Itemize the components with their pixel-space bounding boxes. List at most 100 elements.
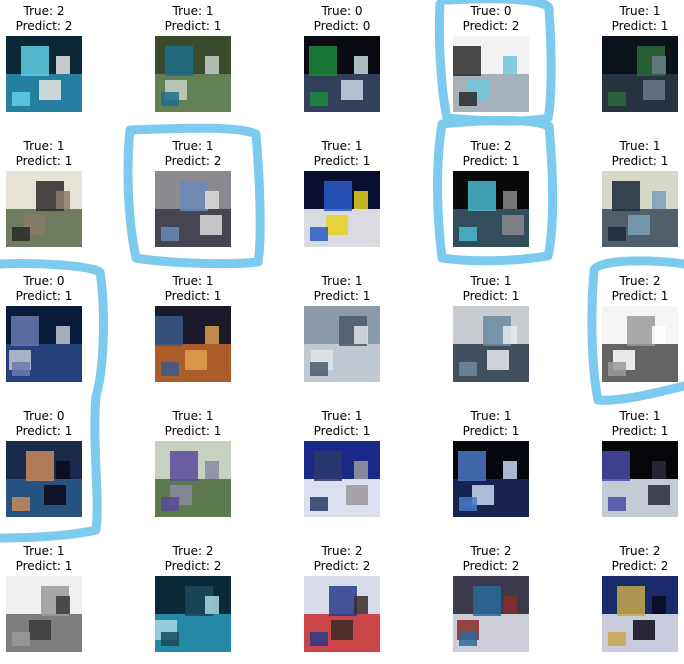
predict-label: Predict: 1	[15, 289, 73, 303]
thumbnail-image	[304, 171, 380, 247]
true-label: True: 1	[619, 139, 661, 153]
true-label: True: 2	[172, 544, 214, 558]
predict-label: Predict: 1	[164, 289, 222, 303]
true-label: True: 2	[321, 544, 363, 558]
thumbnail-image	[6, 171, 82, 247]
thumbnail-image	[453, 36, 529, 112]
grid-cell: True: 1 Predict: 1	[595, 409, 684, 529]
true-label: True: 1	[23, 139, 65, 153]
thumbnail-image	[304, 441, 380, 517]
predict-label: Predict: 1	[15, 424, 73, 438]
grid-cell: True: 1 Predict: 1	[595, 4, 684, 124]
predict-label: Predict: 1	[15, 559, 73, 573]
thumbnail-image	[602, 576, 678, 652]
thumbnail-image	[453, 441, 529, 517]
predict-label: Predict: 1	[164, 19, 222, 33]
grid-cell: True: 1 Predict: 1	[0, 544, 89, 664]
grid-cell: True: 1 Predict: 2	[148, 139, 238, 259]
thumbnail-image	[6, 576, 82, 652]
grid-cell: True: 1 Predict: 1	[446, 409, 536, 529]
predict-label: Predict: 2	[462, 19, 520, 33]
grid-cell: True: 2 Predict: 1	[446, 139, 536, 259]
predict-label: Predict: 1	[313, 424, 371, 438]
true-label: True: 2	[23, 4, 65, 18]
true-label: True: 0	[321, 4, 363, 18]
true-label: True: 0	[23, 274, 65, 288]
predict-label: Predict: 1	[15, 154, 73, 168]
true-label: True: 1	[321, 409, 363, 423]
grid-cell: True: 2 Predict: 2	[297, 544, 387, 664]
grid-cell: True: 1 Predict: 1	[297, 139, 387, 259]
true-label: True: 1	[619, 409, 661, 423]
predict-label: Predict: 1	[611, 19, 669, 33]
grid-cell: True: 1 Predict: 1	[297, 274, 387, 394]
true-label: True: 1	[470, 409, 512, 423]
predict-label: Predict: 1	[611, 289, 669, 303]
predict-label: Predict: 2	[313, 559, 371, 573]
thumbnail-image	[6, 441, 82, 517]
thumbnail-image	[155, 306, 231, 382]
thumbnail-image	[304, 576, 380, 652]
grid-cell: True: 2 Predict: 2	[148, 544, 238, 664]
grid-cell: True: 1 Predict: 1	[148, 409, 238, 529]
true-label: True: 0	[23, 409, 65, 423]
true-label: True: 2	[470, 544, 512, 558]
predict-label: Predict: 2	[611, 559, 669, 573]
thumbnail-image	[453, 576, 529, 652]
grid-cell: True: 2 Predict: 2	[0, 4, 89, 124]
true-label: True: 1	[172, 409, 214, 423]
true-label: True: 2	[619, 274, 661, 288]
grid-cell: True: 1 Predict: 1	[148, 4, 238, 124]
grid-cell: True: 2 Predict: 2	[595, 544, 684, 664]
predict-label: Predict: 1	[313, 154, 371, 168]
true-label: True: 1	[172, 274, 214, 288]
thumbnail-image	[602, 441, 678, 517]
grid-cell: True: 0 Predict: 0	[297, 4, 387, 124]
predict-label: Predict: 1	[611, 424, 669, 438]
predict-label: Predict: 2	[462, 559, 520, 573]
thumbnail-image	[304, 36, 380, 112]
grid-cell: True: 2 Predict: 1	[595, 274, 684, 394]
true-label: True: 1	[172, 4, 214, 18]
predict-label: Predict: 1	[611, 154, 669, 168]
true-label: True: 1	[172, 139, 214, 153]
grid-cell: True: 1 Predict: 1	[595, 139, 684, 259]
predict-label: Predict: 0	[313, 19, 371, 33]
true-label: True: 0	[470, 4, 512, 18]
grid-cell: True: 1 Predict: 1	[297, 409, 387, 529]
predict-label: Predict: 1	[462, 424, 520, 438]
predict-label: Predict: 1	[462, 289, 520, 303]
predict-label: Predict: 1	[462, 154, 520, 168]
true-label: True: 2	[470, 139, 512, 153]
thumbnail-image	[304, 306, 380, 382]
grid-cell: True: 0 Predict: 1	[0, 274, 89, 394]
true-label: True: 1	[470, 274, 512, 288]
true-label: True: 1	[619, 4, 661, 18]
grid-cell: True: 0 Predict: 1	[0, 409, 89, 529]
true-label: True: 1	[321, 274, 363, 288]
grid-cell: True: 1 Predict: 1	[0, 139, 89, 259]
true-label: True: 1	[23, 544, 65, 558]
thumbnail-image	[155, 171, 231, 247]
true-label: True: 1	[321, 139, 363, 153]
grid-cell: True: 0 Predict: 2	[446, 4, 536, 124]
thumbnail-image	[602, 306, 678, 382]
thumbnail-image	[155, 576, 231, 652]
predict-label: Predict: 1	[164, 424, 222, 438]
grid-cell: True: 1 Predict: 1	[446, 274, 536, 394]
thumbnail-image	[6, 36, 82, 112]
grid-cell: True: 2 Predict: 2	[446, 544, 536, 664]
predict-label: Predict: 2	[164, 154, 222, 168]
thumbnail-image	[453, 171, 529, 247]
predict-label: Predict: 2	[164, 559, 222, 573]
thumbnail-image	[602, 171, 678, 247]
thumbnail-image	[155, 36, 231, 112]
thumbnail-image	[602, 36, 678, 112]
thumbnail-image	[6, 306, 82, 382]
predict-label: Predict: 1	[313, 289, 371, 303]
predict-label: Predict: 2	[15, 19, 73, 33]
true-label: True: 2	[619, 544, 661, 558]
thumbnail-image	[453, 306, 529, 382]
grid-cell: True: 1 Predict: 1	[148, 274, 238, 394]
thumbnail-image	[155, 441, 231, 517]
